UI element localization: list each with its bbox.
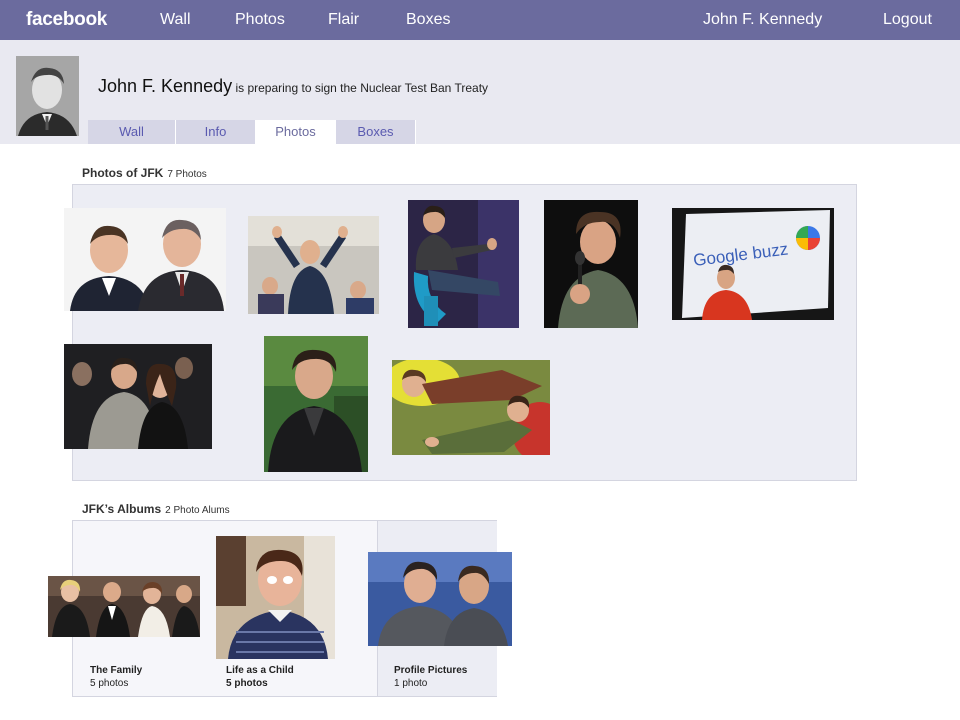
nav-user-name[interactable]: John F. Kennedy	[703, 11, 822, 29]
photo-thumbnail-6[interactable]	[64, 344, 212, 449]
albums-count: 2 Photo Alums	[165, 505, 230, 516]
top-nav-bar: facebook Wall Photos Flair Boxes John F.…	[0, 0, 960, 40]
photos-title-text: Photos of JFK	[82, 166, 164, 180]
photo-thumbnail-2[interactable]	[248, 216, 379, 314]
albums-section-title: JFK’s Albums 2 Photo Alums	[82, 502, 230, 516]
tab-info[interactable]: Info	[176, 120, 256, 144]
profile-status: is preparing to sign the Nuclear Test Ba…	[235, 81, 489, 95]
album-name[interactable]: Life as a Child	[226, 664, 294, 677]
nav-boxes[interactable]: Boxes	[406, 11, 450, 29]
photo-thumbnail-1[interactable]	[64, 208, 226, 311]
album-name[interactable]: Profile Pictures	[394, 664, 467, 677]
photo-thumbnail-5[interactable]: Google buzz	[672, 208, 834, 320]
album-cover-life-as-a-child[interactable]	[216, 536, 335, 659]
album-photo-count: 5 photos	[90, 678, 129, 689]
facebook-logo[interactable]: facebook	[26, 9, 107, 31]
album-photo-count: 5 photos	[226, 678, 268, 689]
photo-thumbnail-8[interactable]	[392, 360, 550, 455]
profile-avatar[interactable]	[16, 56, 79, 136]
photos-section-title: Photos of JFK 7 Photos	[82, 166, 207, 180]
album-cover-profile-pictures[interactable]	[368, 552, 512, 646]
nav-wall[interactable]: Wall	[160, 11, 191, 29]
tab-boxes[interactable]: Boxes	[336, 120, 416, 144]
photo-thumbnail-7[interactable]	[264, 336, 368, 472]
profile-name[interactable]: John F. Kennedy	[98, 76, 232, 96]
logout-link[interactable]: Logout	[883, 11, 932, 29]
photos-count: 7 Photos	[167, 169, 207, 180]
nav-photos[interactable]: Photos	[235, 11, 285, 29]
tab-photos[interactable]: Photos	[256, 120, 336, 144]
photo-thumbnail-3[interactable]	[408, 200, 519, 328]
album-name[interactable]: The Family	[90, 664, 142, 677]
tab-wall[interactable]: Wall	[88, 120, 176, 144]
album-label-the-family: The Family 5 photos	[90, 664, 142, 690]
album-photo-count: 1 photo	[394, 678, 428, 689]
album-cover-the-family[interactable]	[48, 576, 200, 637]
album-label-life-as-a-child: Life as a Child 5 photos	[226, 664, 294, 690]
photo-thumbnail-4[interactable]	[544, 200, 638, 328]
albums-title-text: JFK’s Albums	[82, 502, 162, 516]
nav-flair[interactable]: Flair	[328, 11, 359, 29]
profile-status-line: John F. Kennedy is preparing to sign the…	[98, 76, 488, 97]
album-label-profile-pictures: Profile Pictures 1 photo	[394, 664, 467, 690]
profile-header: John F. Kennedy is preparing to sign the…	[0, 40, 960, 144]
